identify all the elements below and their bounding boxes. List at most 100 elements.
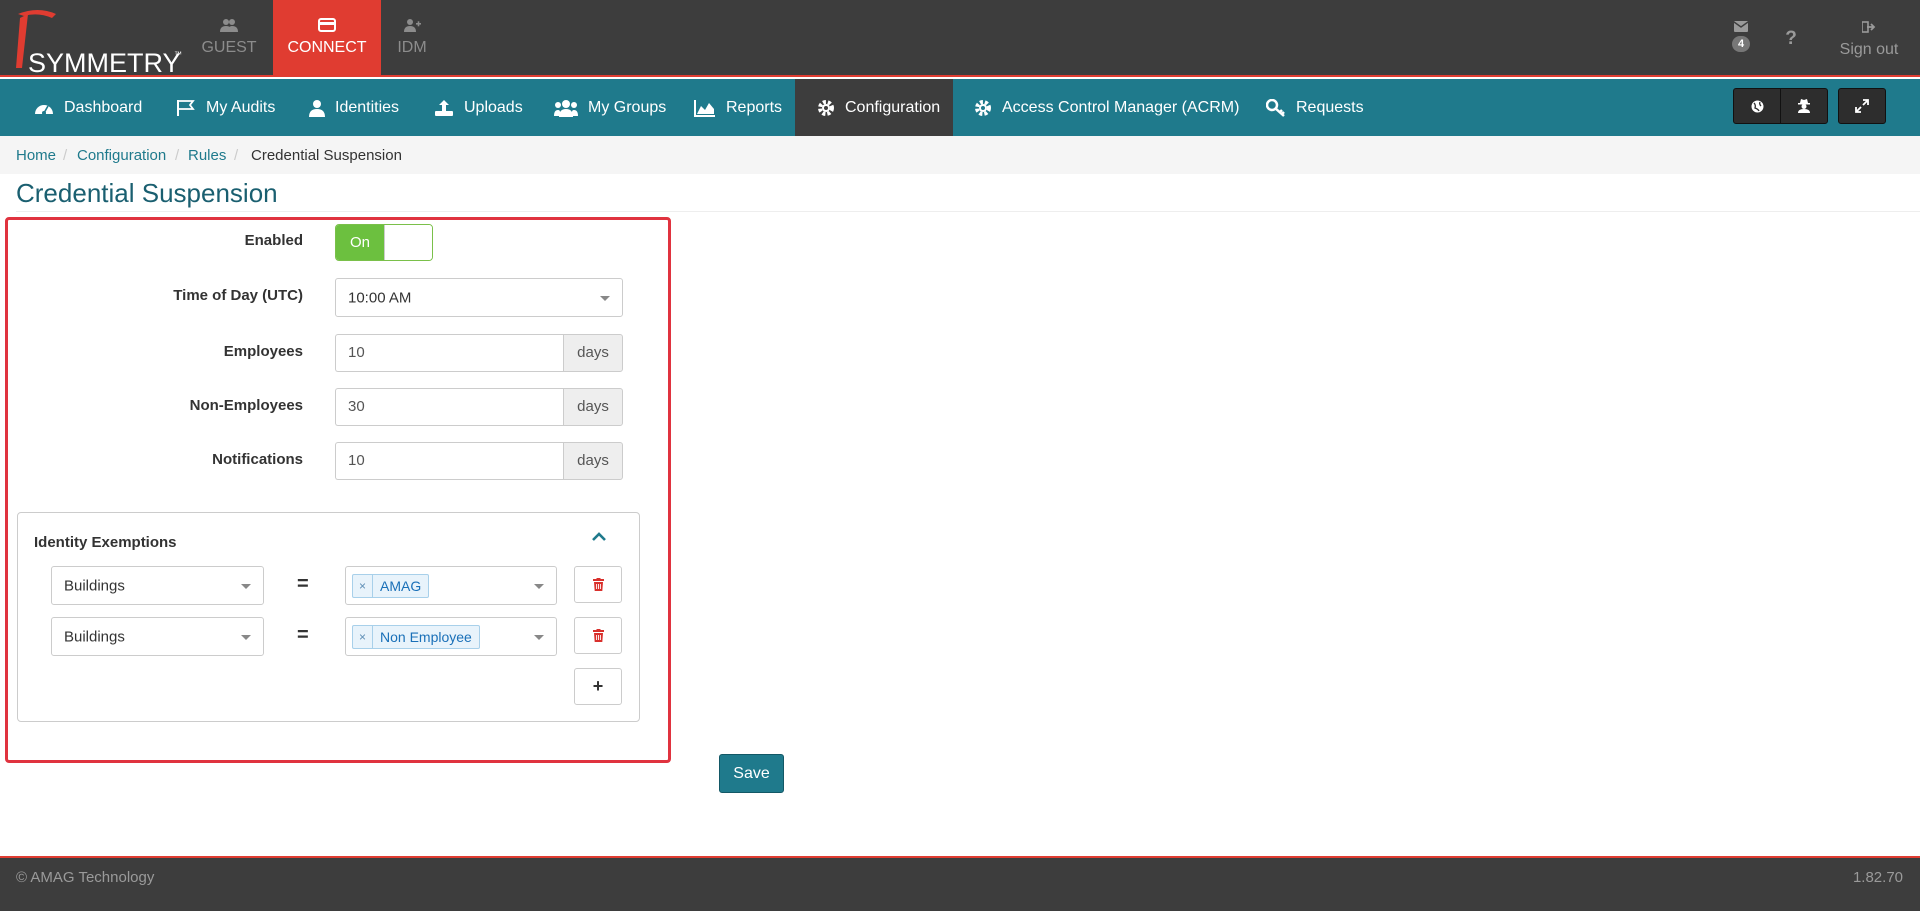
chevron-down-icon	[600, 295, 610, 301]
equals-operator: =	[297, 573, 309, 595]
exemption-value-select[interactable]: × AMAG	[345, 566, 557, 605]
employees-field-group: 10 days	[335, 334, 623, 372]
nav-requests[interactable]: Requests	[1266, 79, 1364, 136]
main-nav: Dashboard My Audits Identities Uploads M…	[0, 79, 1920, 136]
app-tab-label: GUEST	[201, 39, 257, 56]
chevron-up-icon[interactable]	[591, 532, 607, 542]
gear-icon	[818, 99, 834, 116]
signout-icon	[1862, 21, 1876, 33]
time-of-day-select[interactable]: 10:00 AM	[335, 278, 623, 317]
nav-my-groups[interactable]: My Groups	[554, 79, 666, 136]
tag-remove-icon[interactable]: ×	[353, 574, 374, 597]
breadcrumb-configuration[interactable]: Configuration	[77, 147, 166, 164]
chevron-down-icon	[241, 583, 251, 589]
exemption-field-select[interactable]: Buildings	[51, 566, 264, 605]
nav-configuration[interactable]: Configuration	[795, 79, 953, 136]
equals-operator: =	[297, 624, 309, 646]
trash-icon	[592, 578, 604, 591]
breadcrumb-home[interactable]: Home	[16, 147, 56, 164]
envelope-icon	[1734, 21, 1748, 32]
app-tab-label: IDM	[397, 39, 427, 56]
messages-button[interactable]: 4	[1726, 0, 1756, 77]
impersonate-button[interactable]	[1780, 88, 1828, 124]
plus-icon: +	[592, 676, 604, 696]
non-employees-input[interactable]: 30	[335, 388, 563, 426]
add-exemption-button[interactable]: +	[574, 668, 622, 705]
chevron-down-icon	[534, 634, 544, 640]
messages-badge: 4	[1731, 36, 1751, 52]
fullscreen-button[interactable]	[1838, 88, 1886, 124]
breadcrumb-separator: /	[63, 147, 68, 164]
card-icon	[318, 18, 336, 32]
nav-label: Uploads	[464, 98, 523, 116]
nav-identities[interactable]: Identities	[309, 79, 399, 136]
key-icon	[1266, 98, 1285, 117]
non-employees-unit: days	[563, 388, 623, 426]
nav-acrm[interactable]: Access Control Manager (ACRM)	[974, 79, 1239, 136]
value-tag: × AMAG	[352, 573, 430, 598]
signout-button[interactable]: Sign out	[1824, 0, 1914, 77]
nav-label: My Groups	[588, 98, 667, 116]
footer-version: 1.82.70	[1852, 869, 1903, 886]
symmetry-logo[interactable]: SYMMETRY ™	[8, 6, 182, 78]
identity-exemptions-panel: Identity Exemptions Buildings = × AMAG B…	[17, 512, 640, 722]
delete-row-button[interactable]	[574, 566, 622, 603]
app-tab-idm[interactable]: IDM	[358, 0, 466, 77]
value-tag: × Non Employee	[352, 624, 480, 649]
nav-label: Configuration	[845, 98, 941, 116]
globe-icon	[1751, 100, 1763, 112]
notifications-label: Notifications	[212, 451, 303, 468]
nav-label: Requests	[1296, 98, 1364, 116]
nav-label: Identities	[335, 98, 400, 116]
breadcrumb-separator: /	[175, 147, 180, 164]
user-secret-icon	[1798, 99, 1810, 113]
employees-input[interactable]: 10	[335, 334, 563, 372]
breadcrumb-rules[interactable]: Rules	[188, 147, 226, 164]
page-title: Credential Suspension	[16, 178, 278, 208]
expand-icon	[1855, 99, 1869, 113]
app-tab-guest[interactable]: GUEST	[175, 0, 283, 77]
exemption-field-value: Buildings	[64, 577, 125, 594]
help-icon: ?	[1785, 28, 1797, 49]
nav-label: My Audits	[206, 98, 276, 116]
footer-copyright: © AMAG Technology	[16, 869, 155, 886]
nav-uploads[interactable]: Uploads	[434, 79, 523, 136]
area-chart-icon	[694, 99, 715, 117]
non-employees-field-group: 30 days	[335, 388, 623, 426]
nav-label: Dashboard	[64, 98, 143, 116]
breadcrumb-current: Credential Suspension	[251, 147, 402, 164]
top-bar: SYMMETRY ™ GUEST CONNECT IDM 4 ? Sign ou…	[0, 0, 1920, 78]
signout-label: Sign out	[1839, 41, 1899, 58]
notifications-field-group: 10 days	[335, 442, 623, 480]
employees-unit: days	[563, 334, 623, 372]
notifications-input[interactable]: 10	[335, 442, 563, 480]
tag-remove-icon[interactable]: ×	[353, 625, 374, 648]
language-button[interactable]	[1733, 88, 1781, 124]
enabled-toggle[interactable]: On	[335, 224, 433, 261]
nav-dashboard[interactable]: Dashboard	[34, 79, 142, 136]
breadcrumb-separator: /	[234, 147, 239, 164]
delete-row-button[interactable]	[574, 617, 622, 654]
time-of-day-value: 10:00 AM	[348, 289, 412, 306]
enabled-label: Enabled	[244, 232, 303, 249]
toggle-on-state: On	[336, 225, 384, 260]
group-icon	[554, 99, 578, 117]
toggle-handle[interactable]	[384, 225, 432, 260]
nav-reports[interactable]: Reports	[694, 79, 782, 136]
identity-exemptions-title: Identity Exemptions	[34, 534, 177, 551]
title-divider	[16, 211, 1920, 212]
nav-my-audits[interactable]: My Audits	[176, 79, 275, 136]
help-button[interactable]: ?	[1780, 0, 1802, 77]
save-button[interactable]: Save	[719, 754, 784, 793]
users-icon	[220, 19, 238, 32]
trash-icon	[592, 629, 604, 642]
nav-label: Reports	[726, 98, 783, 116]
nav-label: Access Control Manager (ACRM)	[1002, 98, 1240, 116]
exemption-value-select[interactable]: × Non Employee	[345, 617, 557, 656]
gear-icon	[975, 99, 991, 116]
user-plus-icon	[404, 19, 421, 32]
exemption-field-select[interactable]: Buildings	[51, 617, 264, 656]
time-of-day-label: Time of Day (UTC)	[173, 287, 303, 304]
breadcrumb: Home / Configuration / Rules / Credentia…	[0, 136, 1920, 174]
tag-label: Non Employee	[380, 628, 472, 645]
